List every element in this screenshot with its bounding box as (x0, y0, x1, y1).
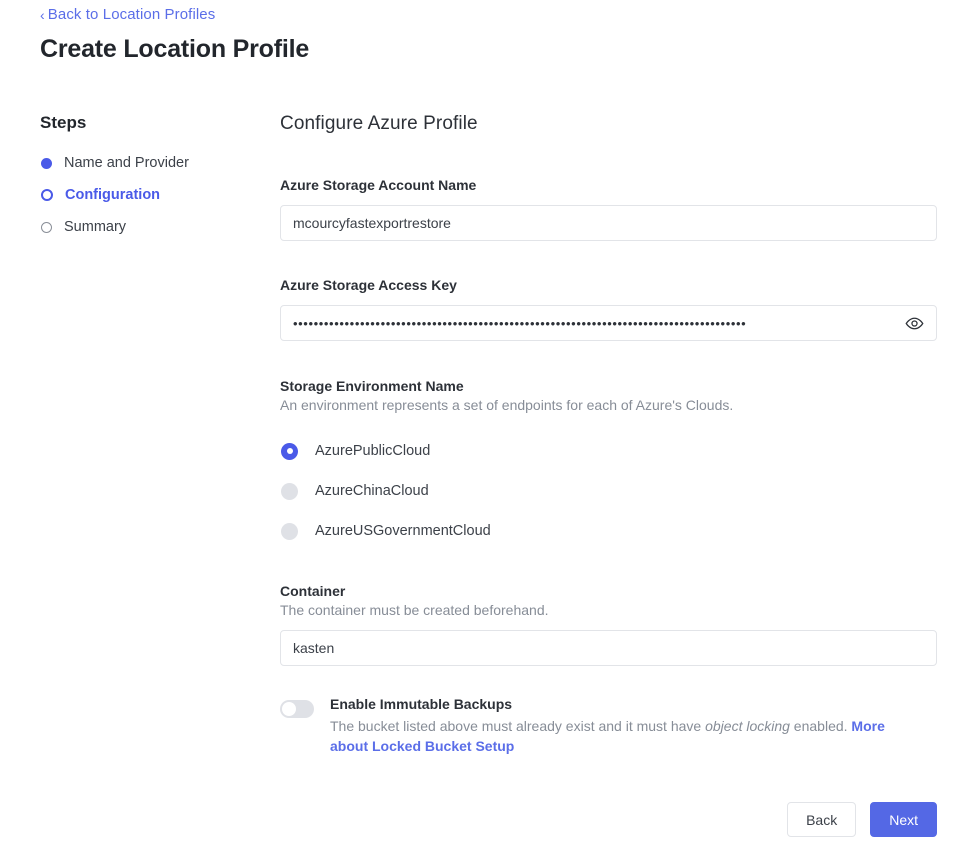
radio-unselected-icon (281, 522, 298, 540)
storage-account-name-input[interactable] (280, 205, 937, 241)
step-label: Configuration (65, 187, 161, 203)
storage-environment-radio-group: AzurePublicCloud AzureChinaCloud AzureUS… (280, 431, 937, 551)
radio-selected-icon (281, 442, 298, 460)
container-label: Container (280, 583, 346, 599)
immutable-backups-text: Enable Immutable Backups The bucket list… (330, 696, 920, 756)
masked-key-value: ••••••••••••••••••••••••••••••••••••••••… (293, 316, 747, 330)
container-input[interactable] (280, 630, 937, 666)
page-title: Create Location Profile (40, 35, 310, 63)
radio-option-azureusgovernmentcloud[interactable]: AzureUSGovernmentCloud (280, 511, 937, 551)
radio-label: AzureUSGovernmentCloud (315, 523, 491, 539)
step-label: Summary (64, 219, 127, 235)
back-to-location-profiles-link[interactable]: ‹ Back to Location Profiles (40, 6, 215, 23)
back-button[interactable]: Back (787, 802, 857, 837)
field-container: Container The container must be created … (280, 583, 937, 666)
container-help: The container must be created beforehand… (280, 602, 549, 618)
immutable-backups-block: Enable Immutable Backups The bucket list… (280, 696, 937, 756)
radio-label: AzurePublicCloud (315, 443, 431, 459)
storage-access-key-input-wrap: ••••••••••••••••••••••••••••••••••••••••… (280, 305, 937, 341)
enable-immutable-backups-toggle[interactable] (280, 700, 314, 718)
radio-option-azurepubliccloud[interactable]: AzurePublicCloud (280, 431, 937, 471)
form-heading: Configure Azure Profile (280, 113, 478, 134)
storage-environment-label: Storage Environment Name (280, 378, 464, 394)
next-button[interactable]: Next (870, 802, 937, 837)
step-label: Name and Provider (64, 155, 189, 171)
immutable-desc-part2: enabled. (789, 718, 852, 734)
storage-account-name-label: Azure Storage Account Name (280, 177, 477, 193)
radio-label: AzureChinaCloud (315, 483, 429, 499)
step-marker-done-icon (41, 157, 52, 169)
radio-option-azurechinacloud[interactable]: AzureChinaCloud (280, 471, 937, 511)
step-item-summary[interactable]: Summary (40, 211, 250, 243)
steps-sidebar: Steps Name and Provider Configuration Su… (40, 113, 250, 243)
eye-icon[interactable] (903, 312, 925, 334)
back-link-label: Back to Location Profiles (47, 6, 216, 23)
field-storage-environment-name: Storage Environment Name An environment … (280, 378, 937, 551)
field-storage-access-key: Azure Storage Access Key •••••••••••••••… (280, 277, 937, 341)
immutable-backups-description: The bucket listed above must already exi… (330, 716, 920, 756)
storage-access-key-label: Azure Storage Access Key (280, 277, 457, 293)
immutable-desc-emphasis: object locking (705, 718, 790, 734)
wizard-footer: Back Next (787, 802, 937, 837)
field-storage-account-name: Azure Storage Account Name (280, 177, 937, 241)
immutable-desc-part1: The bucket listed above must already exi… (330, 718, 706, 734)
step-marker-current-icon (41, 189, 53, 201)
configuration-form: Configure Azure Profile Azure Storage Ac… (280, 113, 937, 756)
storage-environment-help: An environment represents a set of endpo… (280, 397, 734, 413)
step-item-name-and-provider[interactable]: Name and Provider (40, 147, 250, 179)
create-location-profile-page: ‹ Back to Location Profiles Create Locat… (0, 0, 956, 849)
step-item-configuration[interactable]: Configuration (40, 179, 250, 211)
storage-access-key-input[interactable]: ••••••••••••••••••••••••••••••••••••••••… (280, 305, 937, 341)
radio-unselected-icon (281, 482, 298, 500)
immutable-backups-title: Enable Immutable Backups (330, 696, 513, 712)
step-marker-todo-icon (41, 221, 52, 233)
steps-heading: Steps (40, 113, 87, 132)
chevron-left-icon: ‹ (40, 6, 45, 23)
